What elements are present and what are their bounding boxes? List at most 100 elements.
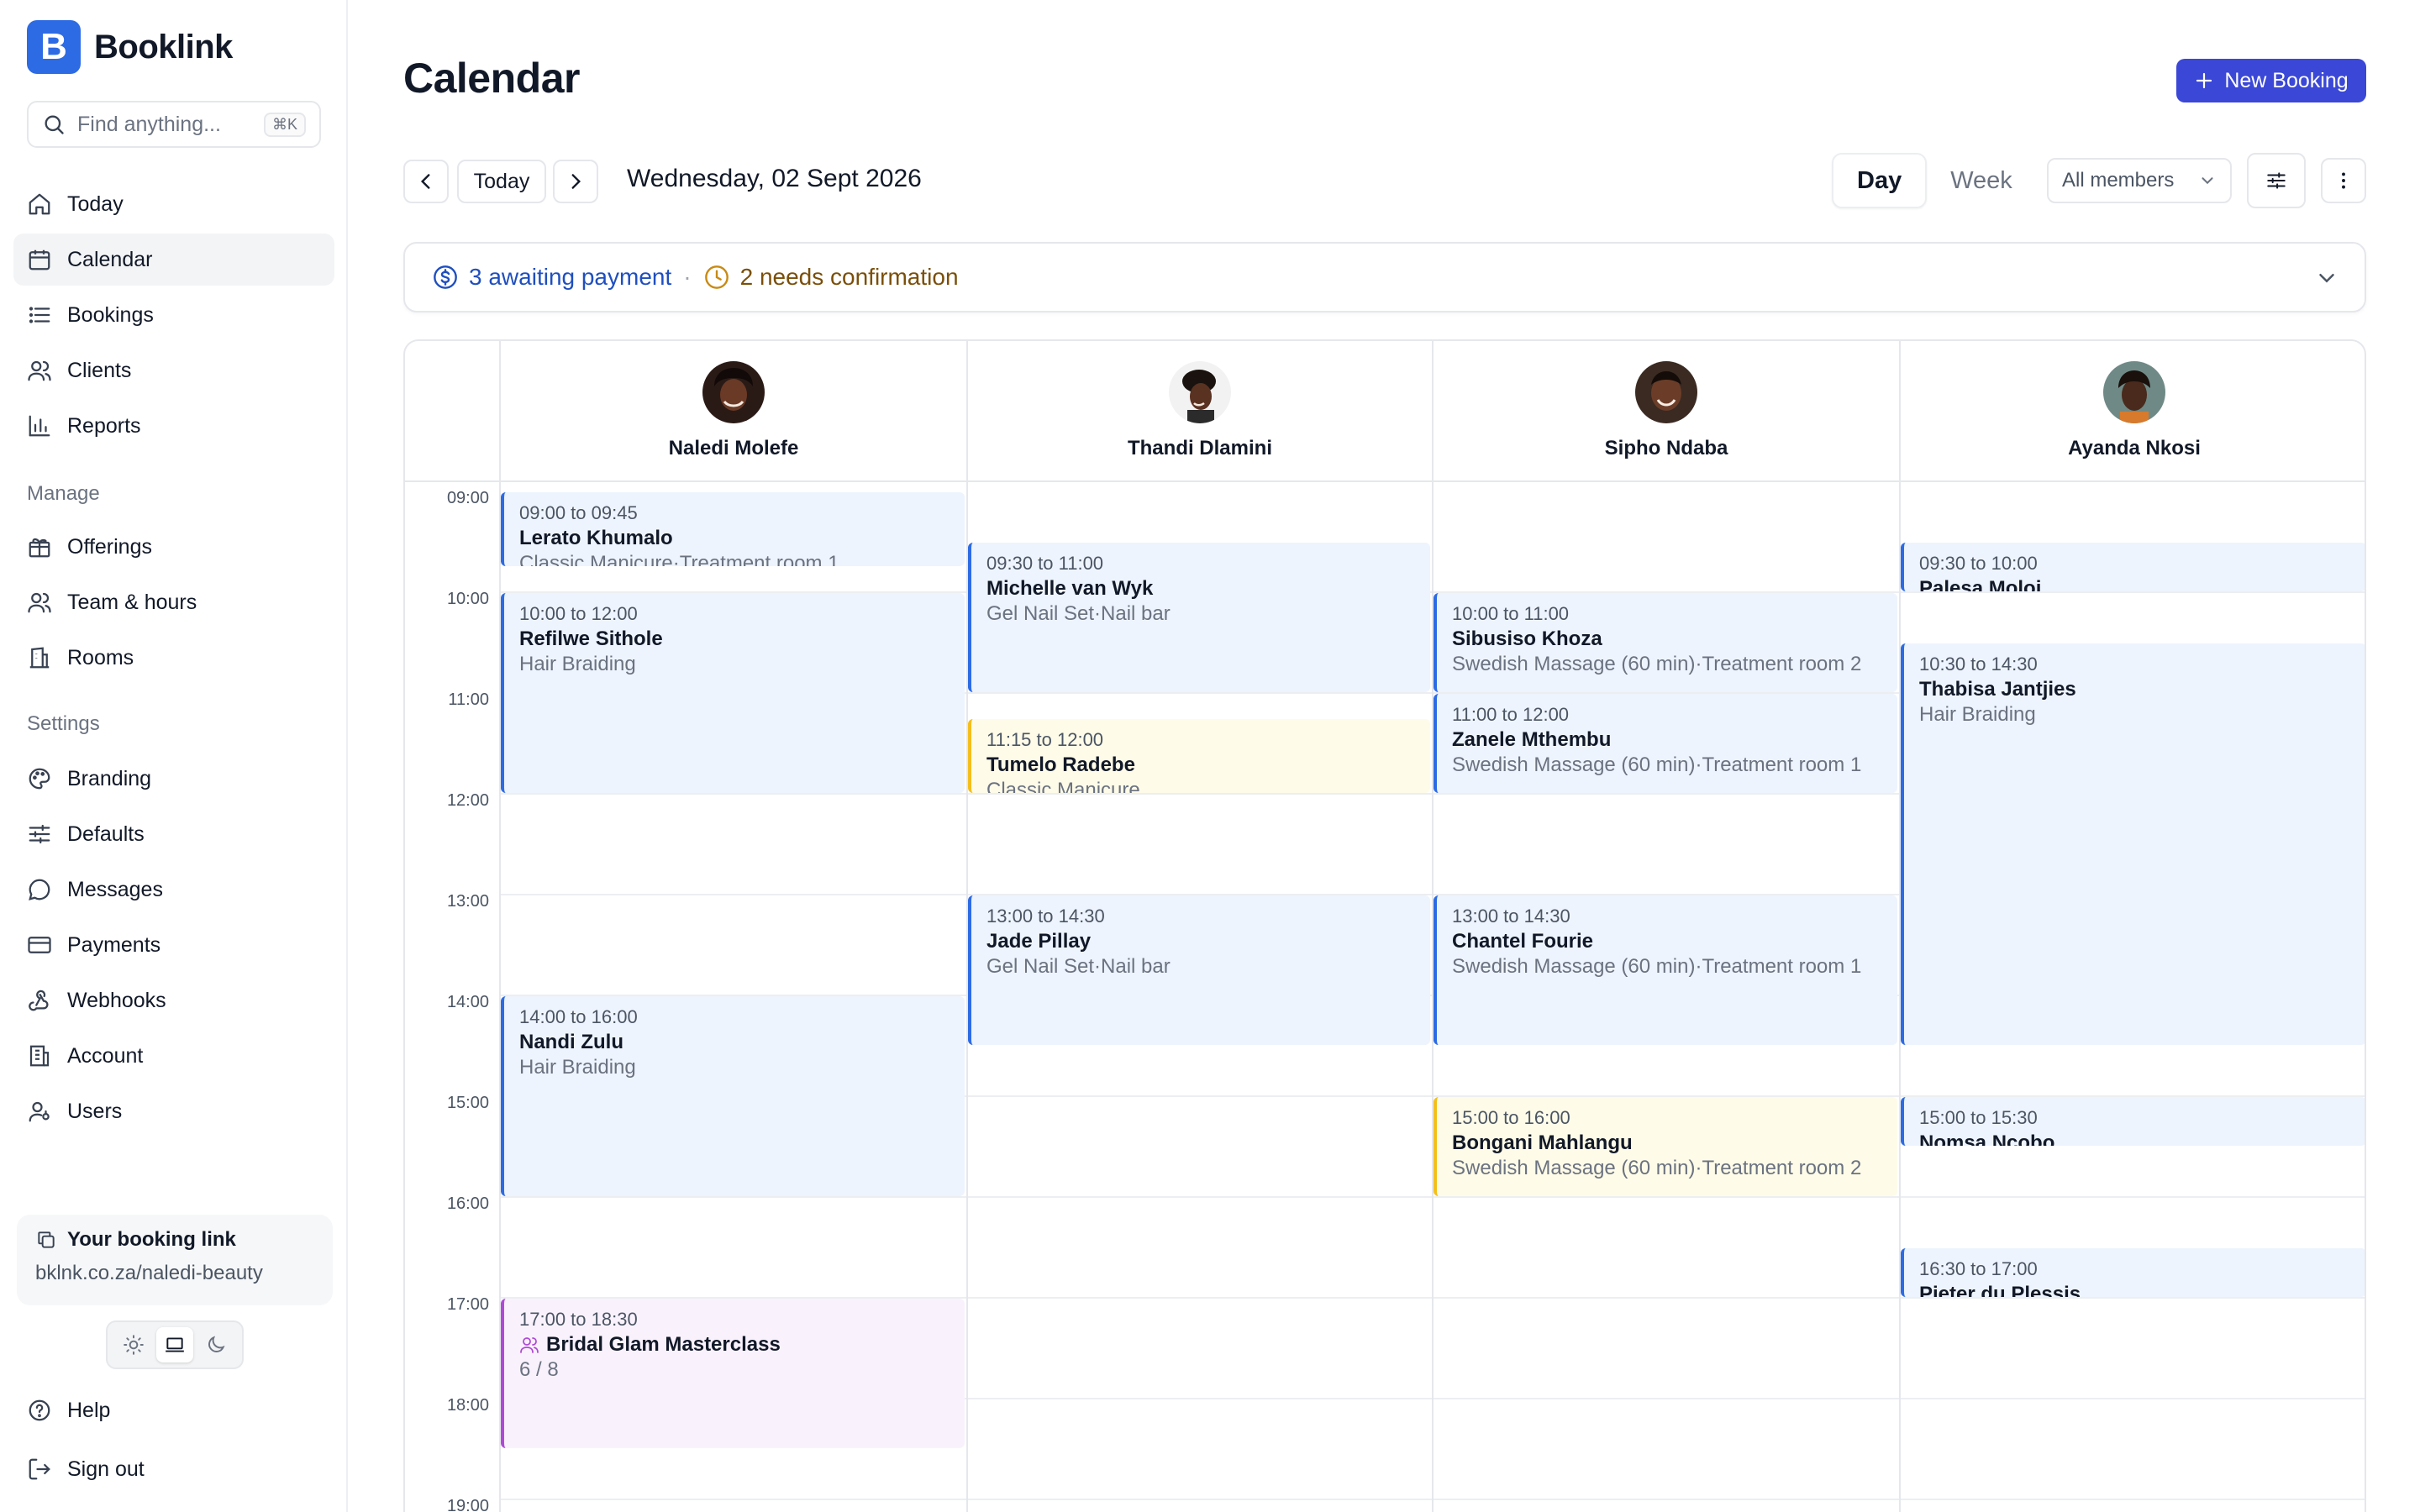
calendar-member-header: Naledi Molefe Thandi Dlamini Sipho Ndaba… xyxy=(405,341,2365,482)
copy-icon[interactable] xyxy=(35,1229,57,1251)
event-service: Gel Nail Set·Nail bar xyxy=(986,602,1171,625)
sidebar-item-branding[interactable]: Branding xyxy=(13,753,334,805)
member-column-header[interactable]: Naledi Molefe xyxy=(499,341,966,482)
member-column-header[interactable]: Ayanda Nkosi xyxy=(1899,341,2365,482)
booking-event[interactable]: 09:00 to 09:45 Lerato Khumalo Classic Mani… xyxy=(501,492,965,566)
sidebar-item-calendar[interactable]: Calendar xyxy=(13,234,334,286)
chevron-down-icon[interactable] xyxy=(2314,265,2339,291)
manage-section-label: Manage xyxy=(27,482,100,505)
sidebar-item-account[interactable]: Account xyxy=(13,1030,334,1082)
event-time: 16:30 to 17:00 xyxy=(1919,1258,2038,1279)
event-client: Chantel Fourie xyxy=(1452,929,1882,954)
previous-day-button[interactable] xyxy=(403,160,449,203)
member-column-header[interactable]: Thandi Dlamini xyxy=(966,341,1432,482)
event-service: 6 / 8 xyxy=(519,1358,559,1381)
booking-link-card[interactable]: Your booking link bklnk.co.za/naledi-bea… xyxy=(17,1215,333,1305)
settings-section-label: Settings xyxy=(27,712,100,735)
sidebar-item-label: Clients xyxy=(67,358,132,382)
needs-confirmation-label: 2 needs confirmation xyxy=(739,264,959,290)
event-client: Tumelo Radebe xyxy=(986,753,1415,778)
sidebar-item-reports[interactable]: Reports xyxy=(13,400,334,452)
more-vertical-icon xyxy=(2342,172,2345,189)
sidebar-item-payments[interactable]: Payments xyxy=(13,919,334,971)
user-key-icon xyxy=(29,1101,50,1122)
group-class-event[interactable]: 17:00 to 18:30 Bridal Glam Masterclass 6 /… xyxy=(501,1299,965,1448)
booking-event[interactable]: 13:00 to 14:30 Jade Pillay Gel Nail Set·Na… xyxy=(968,895,1430,1045)
event-client-name: Jade Pillay xyxy=(986,930,1092,953)
next-day-button[interactable] xyxy=(553,160,598,203)
tab-week[interactable]: Week xyxy=(1927,153,2036,208)
main-nav: Today Calendar Bookings Clients Reports xyxy=(13,178,334,455)
event-service: Hair Braiding xyxy=(519,1056,636,1079)
booking-event[interactable]: 10:30 to 14:30 Thabisa Jantjies Hair Braid… xyxy=(1901,643,2365,1045)
booking-event[interactable]: 16:30 to 17:00 Pieter du Plessis xyxy=(1901,1248,2365,1297)
today-button[interactable]: Today xyxy=(457,160,546,203)
event-client-name: Thabisa Jantjies xyxy=(1919,678,2076,701)
booking-event[interactable]: 11:00 to 12:00 Zanele Mthembu Swedish Mass… xyxy=(1434,694,1897,793)
booking-event[interactable]: 10:00 to 11:00 Sibusiso Khoza Swedish Mass… xyxy=(1434,593,1897,692)
members-filter-select[interactable]: All members xyxy=(2047,158,2232,203)
members-filter-value: All members xyxy=(2062,169,2175,192)
sidebar-item-offerings[interactable]: Offerings xyxy=(13,521,334,573)
new-booking-button[interactable]: New Booking xyxy=(2176,59,2366,102)
needs-confirmation-status[interactable]: 2 needs confirmation xyxy=(703,264,959,291)
sidebar-item-messages[interactable]: Messages xyxy=(13,864,334,916)
sidebar-item-label: Reports xyxy=(67,413,141,438)
event-service: Classic Manicure·Treatment room 1 xyxy=(519,552,839,566)
sidebar-item-bookings[interactable]: Bookings xyxy=(13,289,334,341)
sidebar-item-today[interactable]: Today xyxy=(13,178,334,230)
event-service: Gel Nail Set·Nail bar xyxy=(986,955,1171,978)
sidebar-item-users[interactable]: Users xyxy=(13,1085,334,1137)
hour-label: 18:00 xyxy=(446,1396,489,1415)
theme-light-button[interactable] xyxy=(115,1327,152,1362)
theme-dark-button[interactable] xyxy=(197,1327,234,1362)
awaiting-payment-label: 3 awaiting payment xyxy=(469,264,672,290)
sidebar-item-rooms[interactable]: Rooms xyxy=(13,632,334,684)
sidebar-item-webhooks[interactable]: Webhooks xyxy=(13,974,334,1026)
theme-toggle xyxy=(106,1320,244,1369)
event-time: 09:30 to 11:00 xyxy=(986,553,1104,574)
sliders-icon xyxy=(29,824,50,844)
event-client-name: Nomsa Ncobo xyxy=(1919,1131,2055,1146)
sidebar-item-help[interactable]: Help xyxy=(13,1384,334,1436)
sidebar-item-label: Users xyxy=(67,1099,123,1123)
search-input[interactable]: Find anything... ⌘K xyxy=(27,101,321,148)
booking-event[interactable]: 09:30 to 10:00 Palesa Moloi xyxy=(1901,543,2365,591)
laptop-icon xyxy=(166,1337,184,1352)
event-client-name: Michelle van Wyk xyxy=(986,577,1154,600)
booking-status-summary[interactable]: 3 awaiting payment · 2 needs confirmatio… xyxy=(403,242,2366,312)
hour-label: 14:00 xyxy=(446,993,489,1011)
event-service: Hair Braiding xyxy=(1919,703,2036,726)
theme-system-button[interactable] xyxy=(155,1327,193,1362)
dollar-circle-icon xyxy=(434,265,457,289)
booking-event[interactable]: 11:15 to 12:00 Tumelo Radebe Classic Manic… xyxy=(968,719,1430,793)
event-client: Sibusiso Khoza xyxy=(1452,627,1882,652)
booking-event[interactable]: 09:30 to 11:00 Michelle van Wyk Gel Nail S… xyxy=(968,543,1430,692)
avatar-photo xyxy=(1169,361,1231,423)
sidebar-item-clients[interactable]: Clients xyxy=(13,344,334,396)
sidebar-item-defaults[interactable]: Defaults xyxy=(13,808,334,860)
booking-event[interactable]: 10:00 to 12:00 Refilwe Sithole Hair Braidi… xyxy=(501,593,965,793)
sidebar-item-sign-out[interactable]: Sign out xyxy=(13,1443,334,1495)
booking-event[interactable]: 15:00 to 16:00 Bongani Mahlangu Swedish Ma… xyxy=(1434,1097,1897,1196)
booking-event[interactable]: 15:00 to 15:30 Nomsa Ncobo xyxy=(1901,1097,2365,1146)
member-column-header[interactable]: Sipho Ndaba xyxy=(1432,341,1899,482)
filter-settings-button[interactable] xyxy=(2247,153,2306,208)
member-name: Naledi Molefe xyxy=(668,437,799,459)
event-client-name: Palesa Moloi xyxy=(1919,577,2042,591)
brand-logo: B xyxy=(27,20,81,74)
awaiting-payment-status[interactable]: 3 awaiting payment xyxy=(432,264,671,291)
more-options-button[interactable] xyxy=(2321,158,2366,203)
sidebar-item-team-hours[interactable]: Team & hours xyxy=(13,576,334,628)
event-time: 13:00 to 14:30 xyxy=(986,906,1105,927)
calendar-icon xyxy=(29,249,50,270)
sidebar-item-label: Account xyxy=(67,1043,144,1068)
brand[interactable]: B Booklink xyxy=(27,20,233,74)
avatar xyxy=(702,361,765,423)
booking-event[interactable]: 13:00 to 14:30 Chantel Fourie Swedish Mass… xyxy=(1434,895,1897,1045)
hour-label: 09:00 xyxy=(446,489,489,507)
booking-link-url: bklnk.co.za/naledi-beauty xyxy=(35,1262,263,1284)
booking-event[interactable]: 14:00 to 16:00 Nandi Zulu Hair Braiding xyxy=(501,996,965,1196)
tab-day[interactable]: Day xyxy=(1832,153,1928,208)
moon-icon xyxy=(208,1336,225,1352)
